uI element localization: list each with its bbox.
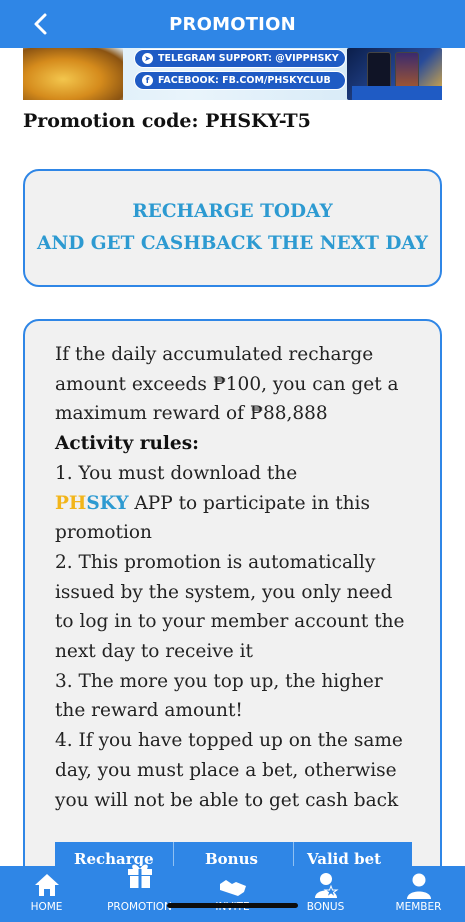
rule-1-brand-line: PHSKY APP to participate in this <box>55 489 425 519</box>
promo-banner: ➤ TELEGRAM SUPPORT: @VIPPHSKY f FACEBOOK… <box>23 48 442 100</box>
banner-art <box>23 48 123 100</box>
rule-4-line: day, you must place a bet, otherwise <box>55 759 397 781</box>
member-icon <box>406 873 431 899</box>
rule-2-line: next day to receive it <box>55 641 253 663</box>
promotion-title-box: RECHARGE TODAY AND GET CASHBACK THE NEXT… <box>23 169 442 287</box>
top-bar: PROMOTION <box>0 0 465 48</box>
rules-text: If the daily accumulated recharge amount… <box>55 340 425 815</box>
nav-member[interactable]: MEMBER <box>372 866 465 922</box>
rule-2-line: issued by the system, you only need <box>55 581 393 603</box>
promotion-code: Promotion code: PHSKY-T5 <box>23 110 311 132</box>
rule-1-line: promotion <box>55 522 152 544</box>
rules-box: If the daily accumulated recharge amount… <box>23 319 442 922</box>
telegram-support-text: TELEGRAM SUPPORT: @VIPPHSKY <box>158 53 339 64</box>
telegram-support-pill: ➤ TELEGRAM SUPPORT: @VIPPHSKY <box>134 49 346 68</box>
intro-line: amount exceeds ₱100, you can get a <box>55 373 399 395</box>
nav-invite[interactable]: INVITE <box>186 866 279 922</box>
nav-bonus[interactable]: BONUS <box>279 866 372 922</box>
home-icon <box>34 874 59 896</box>
brand-ph: PH <box>55 492 87 514</box>
facebook-icon: f <box>142 75 153 86</box>
nav-promotion-label: PROMOTION <box>107 901 172 913</box>
handshake-icon <box>219 880 246 896</box>
chevron-left-icon[interactable] <box>28 10 54 38</box>
banner-phones-art <box>347 48 442 100</box>
user-star-icon <box>314 873 339 899</box>
gift-icon <box>127 864 152 888</box>
intro-line: If the daily accumulated recharge <box>55 344 374 365</box>
bottom-nav: HOME PROMOTION INVITE BONUS MEMBER <box>0 864 465 922</box>
rule-4-line: you will not be able to get cash back <box>55 789 399 811</box>
rule-1-line: 1. You must download the <box>55 462 298 484</box>
facebook-text: FACEBOOK: FB.COM/PHSKYCLUB <box>158 75 331 86</box>
nav-member-label: MEMBER <box>395 901 442 913</box>
rule-4-line: 4. If you have topped up on the same <box>55 730 403 752</box>
promotion-title-line-2: AND GET CASHBACK THE NEXT DAY <box>36 233 429 254</box>
promotion-title-line-1: RECHARGE TODAY <box>132 201 333 222</box>
rule-1-text: APP to participate in this <box>128 492 370 514</box>
rule-3-line: the reward amount! <box>55 700 243 722</box>
nav-home-label: HOME <box>30 901 63 913</box>
nav-promotion[interactable]: PROMOTION <box>93 864 186 922</box>
nav-home[interactable]: HOME <box>0 866 93 922</box>
telegram-icon: ➤ <box>142 53 153 64</box>
nav-bonus-label: BONUS <box>306 901 345 913</box>
page-title: PROMOTION <box>169 13 296 35</box>
rule-3-line: 3. The more you top up, the higher <box>55 670 383 692</box>
activity-rules-heading: Activity rules: <box>55 433 199 455</box>
rule-2-line: to log in to your member account the <box>55 611 405 633</box>
home-indicator[interactable] <box>167 903 298 908</box>
intro-line: maximum reward of ₱88,888 <box>55 403 328 425</box>
brand-sky: SKY <box>86 492 129 514</box>
rule-2-line: 2. This promotion is automatically <box>55 551 376 573</box>
facebook-pill: f FACEBOOK: FB.COM/PHSKYCLUB <box>134 71 346 90</box>
